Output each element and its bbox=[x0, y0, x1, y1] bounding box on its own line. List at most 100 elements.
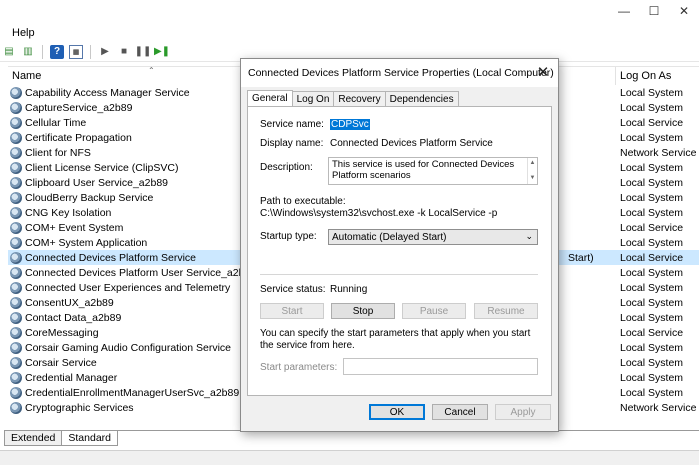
service-logon: Local Service bbox=[620, 251, 684, 264]
display-name-label: Display name: bbox=[260, 138, 324, 149]
service-properties-dialog: Connected Devices Platform Service Prope… bbox=[240, 58, 559, 432]
apply-button[interactable]: Apply bbox=[495, 404, 551, 420]
export-icon[interactable]: ▤ bbox=[2, 45, 16, 59]
service-gear-icon bbox=[10, 371, 22, 384]
tab-recovery[interactable]: Recovery bbox=[333, 91, 386, 106]
service-gear-icon bbox=[10, 356, 22, 369]
display-name-value[interactable]: Connected Devices Platform Service bbox=[330, 138, 493, 149]
service-logon: Local System bbox=[620, 386, 684, 399]
start-button[interactable]: Start bbox=[260, 303, 324, 319]
tab-general[interactable]: General bbox=[247, 90, 293, 106]
service-logon: Local System bbox=[620, 131, 684, 144]
view-tabs: Extended Standard bbox=[4, 430, 699, 446]
pause-button[interactable]: Pause bbox=[402, 303, 466, 319]
pause-service-icon[interactable]: ❚❚ bbox=[135, 45, 152, 59]
service-name-label: Service name: bbox=[260, 119, 324, 130]
startup-type-value: Automatic (Delayed Start) bbox=[332, 231, 447, 243]
tab-dependencies[interactable]: Dependencies bbox=[384, 91, 459, 106]
service-gear-icon bbox=[10, 101, 22, 114]
service-logon: Local System bbox=[620, 341, 684, 354]
sort-ascending-icon: ⌃ bbox=[148, 66, 155, 75]
cancel-button[interactable]: Cancel bbox=[432, 404, 488, 420]
start-service-icon[interactable]: ▶ bbox=[98, 45, 112, 59]
window-controls: — ☐ ✕ bbox=[609, 0, 699, 22]
toolbar-separator bbox=[42, 44, 43, 59]
title-bar: — ☐ ✕ bbox=[0, 0, 699, 22]
column-header-logon[interactable]: Log On As bbox=[620, 67, 671, 85]
service-logon: Local System bbox=[620, 266, 684, 279]
description-text: This service is used for Connected Devic… bbox=[332, 159, 515, 181]
minimize-icon[interactable]: — bbox=[609, 0, 639, 22]
service-name-value[interactable]: CDPSvc bbox=[330, 119, 370, 130]
service-logon: Local System bbox=[620, 161, 684, 174]
description-box[interactable]: This service is used for Connected Devic… bbox=[328, 157, 538, 185]
close-icon[interactable]: ✕ bbox=[534, 63, 552, 81]
tab-standard[interactable]: Standard bbox=[61, 431, 118, 446]
menu-bar: Help bbox=[0, 24, 43, 42]
startup-type-select[interactable]: Automatic (Delayed Start) ⌄ bbox=[328, 229, 538, 245]
column-header-name[interactable]: Name bbox=[12, 67, 41, 85]
service-gear-icon bbox=[10, 296, 22, 309]
service-gear-icon bbox=[10, 236, 22, 249]
service-gear-icon bbox=[10, 266, 22, 279]
help-icon[interactable]: ? bbox=[50, 44, 64, 59]
menu-help[interactable]: Help bbox=[0, 27, 43, 39]
resume-button[interactable]: Resume bbox=[474, 303, 538, 319]
service-gear-icon bbox=[10, 206, 22, 219]
start-parameters-note: You can specify the start parameters tha… bbox=[260, 328, 531, 351]
service-gear-icon bbox=[10, 341, 22, 354]
service-logon: Network Service bbox=[620, 146, 697, 159]
stop-service-icon[interactable]: ■ bbox=[117, 45, 131, 59]
service-gear-icon bbox=[10, 281, 22, 294]
service-gear-icon bbox=[10, 251, 22, 264]
stop-button[interactable]: Stop bbox=[331, 303, 395, 319]
start-parameters-label: Start parameters: bbox=[260, 362, 338, 373]
divider bbox=[260, 274, 538, 275]
service-logon: Local System bbox=[620, 236, 684, 249]
service-gear-icon bbox=[10, 116, 22, 129]
properties-icon[interactable]: ▥ bbox=[21, 45, 35, 59]
service-gear-icon bbox=[10, 131, 22, 144]
service-logon: Local System bbox=[620, 296, 684, 309]
close-window-icon[interactable]: ✕ bbox=[669, 0, 699, 22]
startup-type-cell: Start) bbox=[568, 251, 594, 264]
status-bar bbox=[0, 450, 699, 465]
maximize-icon[interactable]: ☐ bbox=[639, 0, 669, 22]
service-status-label: Service status: bbox=[260, 284, 326, 295]
dialog-tabs: General Log On Recovery Dependencies bbox=[247, 90, 459, 106]
service-logon: Local Service bbox=[620, 326, 684, 339]
service-logon: Local Service bbox=[620, 221, 684, 234]
service-logon: Network Service bbox=[620, 401, 697, 414]
service-logon: Local System bbox=[620, 86, 684, 99]
service-gear-icon bbox=[10, 326, 22, 339]
service-logon: Local System bbox=[620, 371, 684, 384]
restart-service-icon[interactable]: ▶❚ bbox=[154, 45, 170, 59]
chevron-down-icon: ⌄ bbox=[525, 231, 533, 241]
service-gear-icon bbox=[10, 161, 22, 174]
general-panel: Service name: CDPSvc Display name: Conne… bbox=[247, 106, 552, 396]
path-value[interactable]: C:\Windows\system32\svchost.exe -k Local… bbox=[260, 208, 497, 219]
service-gear-icon bbox=[10, 386, 22, 399]
service-gear-icon bbox=[10, 221, 22, 234]
service-logon: Local System bbox=[620, 101, 684, 114]
tab-extended[interactable]: Extended bbox=[4, 431, 63, 446]
service-logon: Local System bbox=[620, 281, 684, 294]
toolbar-separator bbox=[90, 44, 91, 59]
scroll-up-icon[interactable]: ▲ bbox=[530, 158, 536, 169]
description-scrollbar[interactable]: ▲ ▼ bbox=[527, 158, 537, 184]
service-gear-icon bbox=[10, 146, 22, 159]
scroll-down-icon[interactable]: ▼ bbox=[530, 173, 536, 184]
start-parameters-input[interactable] bbox=[343, 358, 538, 375]
dialog-title: Connected Devices Platform Service Prope… bbox=[241, 59, 558, 87]
path-label: Path to executable: bbox=[260, 196, 346, 207]
startup-type-label: Startup type: bbox=[260, 231, 317, 242]
service-gear-icon bbox=[10, 401, 22, 414]
console-icon[interactable]: ▦ bbox=[69, 44, 83, 59]
service-logon: Local Service bbox=[620, 116, 684, 129]
tab-log-on[interactable]: Log On bbox=[291, 91, 335, 106]
service-logon: Local System bbox=[620, 206, 684, 219]
column-divider[interactable] bbox=[615, 67, 616, 85]
service-logon: Local System bbox=[620, 311, 684, 324]
ok-button[interactable]: OK bbox=[369, 404, 425, 420]
service-status-value: Running bbox=[330, 284, 368, 295]
